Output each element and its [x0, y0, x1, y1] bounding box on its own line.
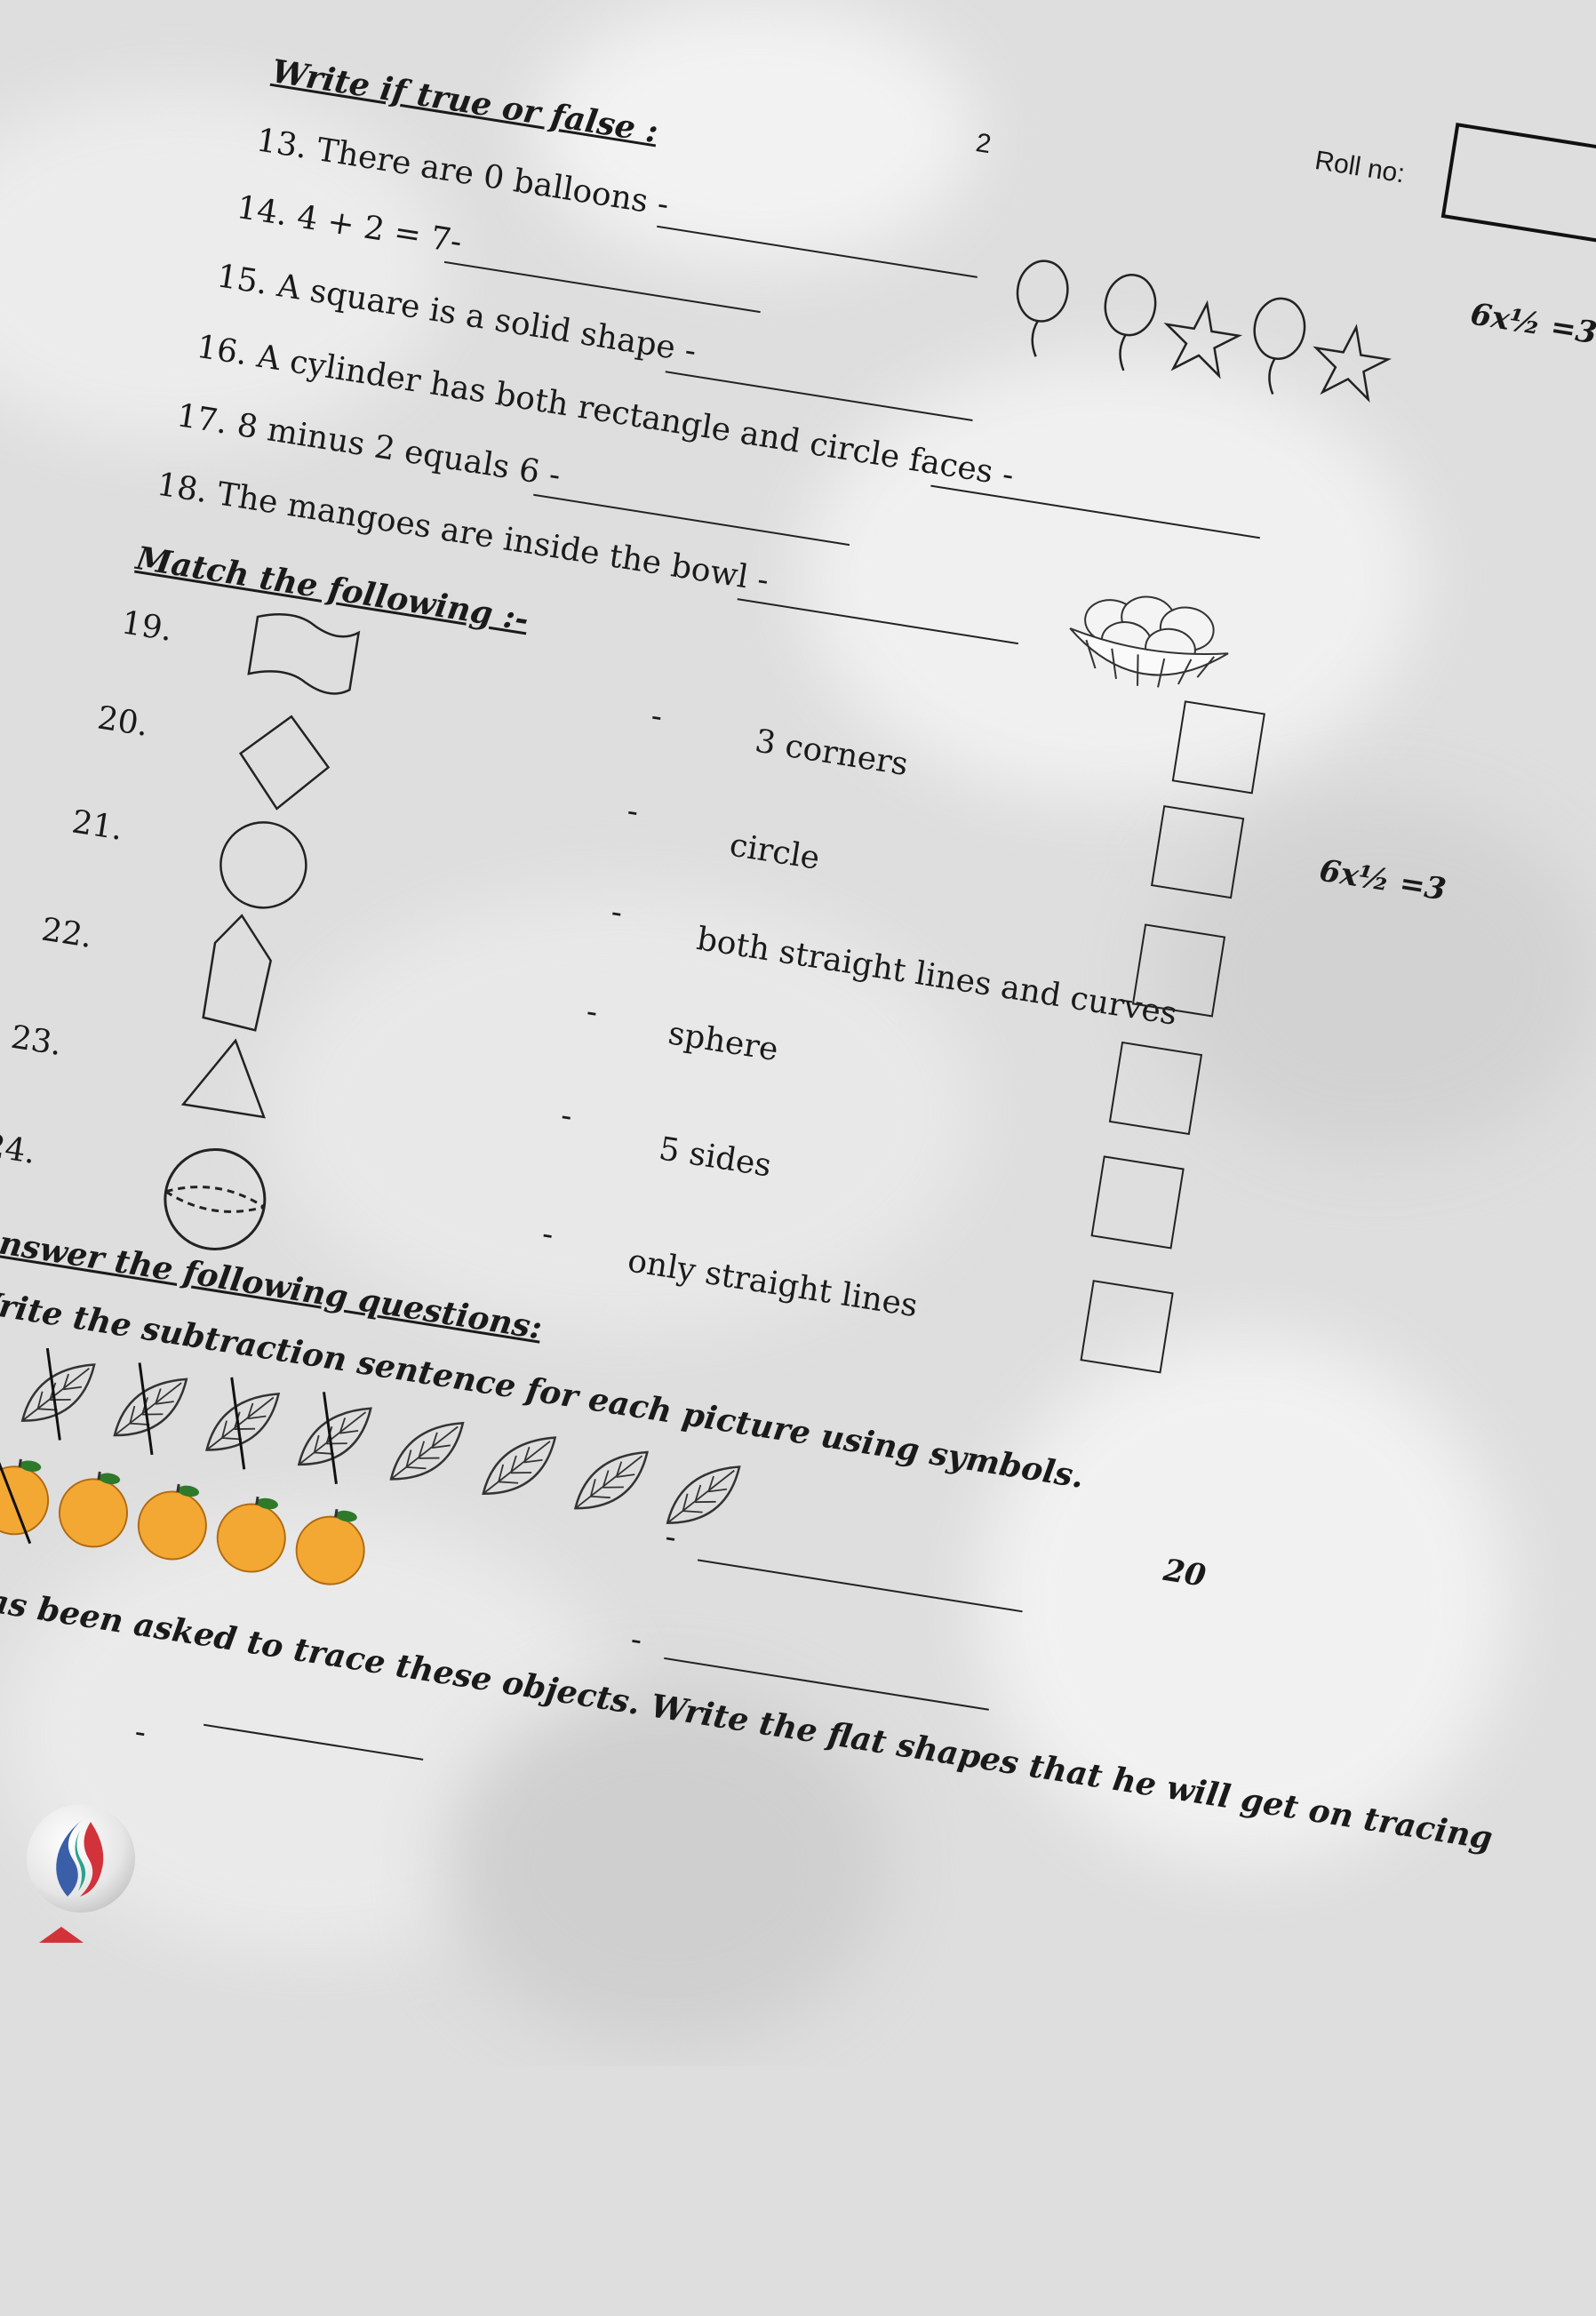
match-answer-box-3[interactable] [1131, 923, 1226, 1018]
leaves-answer-line[interactable] [697, 1559, 1023, 1613]
match-dash-22: - [583, 993, 601, 1031]
match-num-21: 21. [69, 803, 126, 848]
trace-answer-line[interactable] [203, 1723, 424, 1761]
logo-emblem [56, 1820, 104, 1897]
square-diamond-icon [239, 715, 331, 811]
question-text: A cylinder has both rectangle and circle… [254, 338, 1017, 494]
answer-marks: 20 [1161, 1552, 1209, 1594]
match-dash-21: - [608, 893, 626, 931]
match-num-23: 23. [8, 1018, 65, 1064]
question-number: 16. [194, 328, 251, 373]
rectangle-flag-icon [247, 612, 361, 695]
match-num-19: 19. [118, 604, 175, 649]
match-dash-20: - [624, 792, 642, 831]
logo-pointer-icon [39, 1927, 84, 1943]
pentagon-icon [202, 914, 272, 1032]
question-number: 14. [234, 188, 291, 234]
match-dash-19: - [648, 697, 666, 736]
match-option-both-lines: both straight lines and curves [694, 920, 1180, 1033]
question-number: 13. [253, 122, 310, 166]
match-dash-23: - [558, 1097, 575, 1135]
oranges-answer-dash: - [628, 1621, 645, 1659]
question-14: 14. 4 + 2 = 7- [235, 189, 465, 260]
trace-question: iel has been asked to trace these object… [0, 1569, 1496, 1857]
match-answer-box-4[interactable] [1108, 1041, 1203, 1136]
question-number: 18. [154, 466, 211, 511]
match-num-24: 24. [0, 1127, 38, 1171]
question-number: 15. [214, 258, 271, 302]
balloons-stars-picture [1016, 260, 1393, 403]
answer-line-18[interactable] [737, 598, 1018, 645]
school-logo-icon [27, 1804, 135, 1913]
match-option-sphere: sphere [666, 1015, 781, 1069]
match-answer-box-1[interactable] [1171, 700, 1265, 795]
question-number: 17. [174, 397, 231, 442]
match-option-5-sides: 5 sides [656, 1130, 774, 1185]
question-text: 4 + 2 = 7- [294, 198, 465, 261]
match-answer-box-5[interactable] [1090, 1155, 1185, 1250]
match-dash-24: - [539, 1215, 556, 1254]
match-option-straight-lines: only straight lines [625, 1242, 921, 1325]
mango-bowl-picture [1069, 595, 1229, 688]
answer-line-13[interactable] [657, 225, 978, 278]
match-answer-box-6[interactable] [1080, 1280, 1174, 1374]
match-num-22: 22. [38, 911, 95, 955]
trace-answer-dash: - [132, 1713, 149, 1752]
triangle-icon [180, 1038, 266, 1119]
match-num-20: 20. [94, 699, 151, 744]
match-answer-box-2[interactable] [1151, 804, 1245, 899]
match-option-3-corners: 3 corners [752, 723, 911, 784]
answer-line-16[interactable] [930, 484, 1260, 539]
match-option-circle: circle [727, 827, 823, 877]
question-text: 8 minus 2 equals 6 - [234, 406, 563, 494]
match-marks: 6x½ =3 [1316, 852, 1448, 908]
circle-icon [219, 821, 307, 909]
